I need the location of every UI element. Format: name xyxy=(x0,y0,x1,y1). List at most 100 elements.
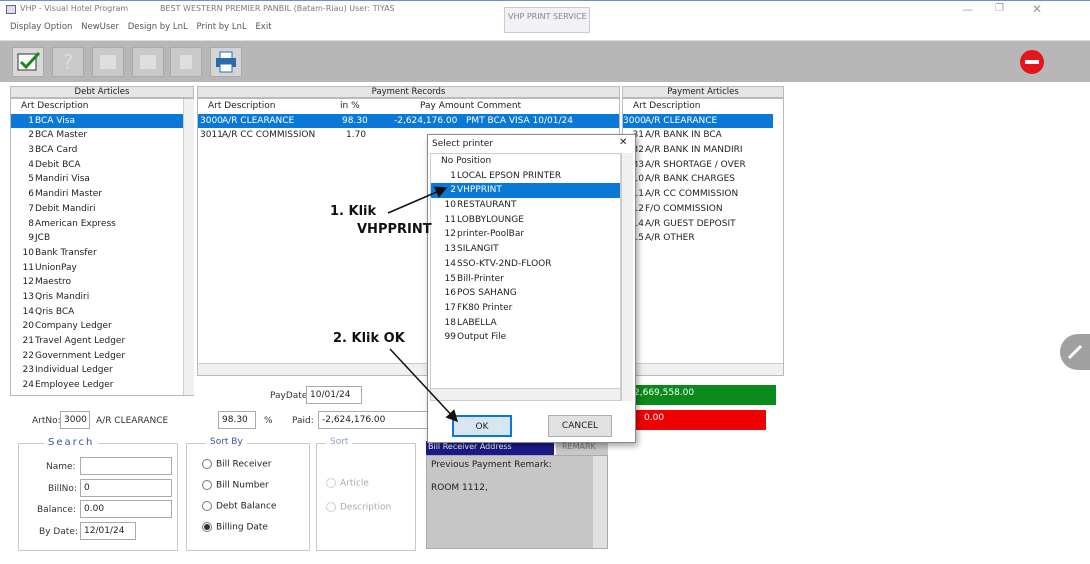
debt-scrollbar[interactable] xyxy=(183,99,194,395)
printer-row-no: 10 xyxy=(444,200,456,211)
printer-row[interactable]: 17FK80 Printer xyxy=(431,301,620,316)
pay-art: 3000 xyxy=(200,115,223,126)
printer-row[interactable]: 15Bill-Printer xyxy=(431,272,620,287)
close-window-icon[interactable]: ✕ xyxy=(1032,2,1042,16)
help-button[interactable]: ? xyxy=(52,47,84,77)
remark-tab[interactable]: REMARK xyxy=(556,441,608,455)
bydate-input[interactable]: 12/01/24 xyxy=(80,522,136,540)
col-art-description[interactable]: Art Description xyxy=(208,99,276,114)
balance-input[interactable]: 0.00 xyxy=(80,500,172,518)
artno-input[interactable]: 3000 xyxy=(60,411,90,429)
sort-title: Sort xyxy=(326,437,353,447)
payart-row[interactable]: 3000A/R CLEARANCE xyxy=(623,113,773,129)
print-button[interactable] xyxy=(210,47,242,77)
printer-scrollbar[interactable] xyxy=(621,153,633,401)
sort-billing-date[interactable]: Billing Date xyxy=(202,522,268,533)
payart-row[interactable]: 15A/R OTHER xyxy=(623,231,773,246)
sort-description[interactable]: Description xyxy=(326,502,391,513)
sort-debt-balance[interactable]: Debt Balance xyxy=(202,501,276,512)
printer-row[interactable]: 12printer-PoolBar xyxy=(431,227,620,242)
minimize-icon[interactable]: — xyxy=(962,3,973,16)
debt-row[interactable]: 11UnionPay xyxy=(11,261,183,276)
debt-row[interactable]: 8American Express xyxy=(11,217,183,232)
menu-design-by-lnl[interactable]: Design by LnL xyxy=(128,22,188,32)
debt-row[interactable]: 13Qris Mandiri xyxy=(11,290,183,305)
debt-row[interactable]: 7Debit Mandiri xyxy=(11,202,183,217)
sort-bill-number[interactable]: Bill Number xyxy=(202,480,269,491)
sort-bill-receiver[interactable]: Bill Receiver xyxy=(202,459,271,470)
billno-input[interactable]: 0 xyxy=(80,479,172,497)
name-input[interactable] xyxy=(80,457,172,475)
payment-row[interactable]: 3000 A/R CLEARANCE 98.30 -2,624,176.00 P… xyxy=(198,113,619,129)
bill-receiver-tab[interactable]: Bill Receiver Address xyxy=(426,441,554,455)
cancel-button[interactable]: CANCEL xyxy=(548,415,612,437)
debt-col-header[interactable]: Art Description xyxy=(11,99,193,114)
printer-row[interactable]: 13SILANGIT xyxy=(431,242,620,257)
printer-row[interactable]: 2VHPPRINT xyxy=(431,183,620,199)
printer-row[interactable]: 99Output File xyxy=(431,330,620,345)
confirm-button[interactable] xyxy=(12,47,44,77)
payart-row-no: 3000 xyxy=(623,115,646,126)
debt-row[interactable]: 12Maestro xyxy=(11,275,183,290)
payart-row[interactable]: 12F/O COMMISSION xyxy=(623,202,773,217)
debt-row[interactable]: 14Qris BCA xyxy=(11,305,183,320)
debt-row[interactable]: 2BCA Master xyxy=(11,128,183,143)
payart-row[interactable]: 10A/R BANK CHARGES xyxy=(623,172,773,187)
payart-row[interactable]: 33A/R SHORTAGE / OVER xyxy=(623,158,773,173)
printer-row-no: 1 xyxy=(450,170,456,181)
menu-print-by-lnl[interactable]: Print by LnL xyxy=(196,22,246,32)
radio-icon xyxy=(326,478,336,488)
printer-row[interactable]: 10RESTAURANT xyxy=(431,198,620,213)
menu-newuser[interactable]: NewUser xyxy=(81,22,119,32)
printer-row[interactable]: 1LOCAL EPSON PRINTER xyxy=(431,169,620,184)
payart-row[interactable]: 11A/R CC COMMISSION xyxy=(623,187,773,202)
printer-row-no: 15 xyxy=(444,273,456,284)
debt-row[interactable]: 3BCA Card xyxy=(11,143,183,158)
sort-option-label: Debt Balance xyxy=(216,501,277,512)
stop-icon xyxy=(1025,60,1039,64)
restore-icon[interactable]: ❐ xyxy=(995,3,1004,14)
sort-article[interactable]: Article xyxy=(326,478,369,489)
edit-bubble[interactable] xyxy=(1060,334,1090,370)
debt-row[interactable]: 6Mandiri Master xyxy=(11,187,183,202)
debt-row[interactable]: 23Individual Ledger xyxy=(11,363,183,378)
debt-row[interactable]: 5Mandiri Visa xyxy=(11,172,183,187)
paydate-input[interactable]: 10/01/24 xyxy=(306,386,362,404)
paid-input[interactable]: -2,624,176.00 xyxy=(318,411,430,429)
payart-row[interactable]: 14A/R GUEST DEPOSIT xyxy=(623,217,773,232)
debt-row[interactable]: 22Government Ledger xyxy=(11,349,183,364)
debt-row-desc: American Express xyxy=(35,218,116,229)
stop-button[interactable] xyxy=(1020,50,1044,74)
printer-col-header[interactable]: No Position xyxy=(431,154,620,169)
printer-row-no: 14 xyxy=(444,258,456,269)
payart-row[interactable]: 32A/R BANK IN MANDIRI xyxy=(623,143,773,158)
debt-row-no: 12 xyxy=(22,277,34,288)
debt-row[interactable]: 24Employee Ledger xyxy=(11,378,183,393)
annotation-step2: 2. Klik OK xyxy=(333,331,405,346)
printer-row[interactable]: 11LOBBYLOUNGE xyxy=(431,213,620,228)
menu-display-option[interactable]: Display Option xyxy=(10,22,72,32)
debt-row-no: 8 xyxy=(28,218,34,229)
dialog-close-icon[interactable]: ✕ xyxy=(619,137,627,148)
pct-input[interactable]: 98.30 xyxy=(218,411,256,429)
debt-row[interactable]: 9JCB xyxy=(11,231,183,246)
printer-hscrollbar[interactable] xyxy=(431,388,620,400)
artno-label: ArtNo: xyxy=(32,416,61,426)
debt-row-no: 3 xyxy=(28,145,34,156)
debt-row[interactable]: 20Company Ledger xyxy=(11,319,183,334)
payart-row[interactable]: 31A/R BANK IN BCA xyxy=(623,128,773,143)
payart-col-header[interactable]: Art Description xyxy=(623,99,783,114)
ok-button[interactable]: OK xyxy=(452,415,512,437)
debt-row[interactable]: 21Travel Agent Ledger xyxy=(11,334,183,349)
printer-row[interactable]: 18LABELLA xyxy=(431,316,620,331)
menu-exit[interactable]: Exit xyxy=(255,22,271,32)
debt-row[interactable]: 4Debit BCA xyxy=(11,158,183,173)
remark-scrollbar[interactable] xyxy=(593,456,607,548)
printer-row[interactable]: 16POS SAHANG xyxy=(431,286,620,301)
payart-hscrollbar[interactable] xyxy=(623,363,783,375)
debt-row[interactable]: 1BCA Visa xyxy=(11,113,183,129)
printer-row[interactable]: 14SSO-KTV-2ND-FLOOR xyxy=(431,257,620,272)
col-in-pct[interactable]: in % xyxy=(340,99,360,114)
debt-row[interactable]: 10Bank Transfer xyxy=(11,246,183,261)
col-pay-amount[interactable]: Pay Amount Comment xyxy=(420,99,521,114)
